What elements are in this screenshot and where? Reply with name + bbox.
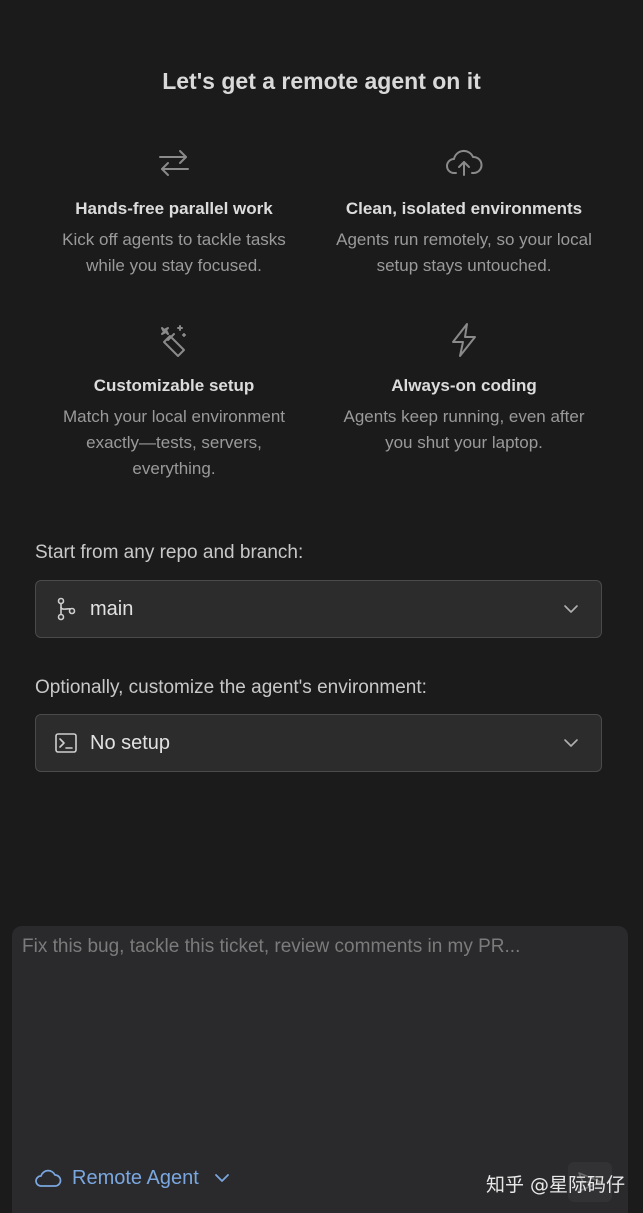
feature-title: Always-on coding bbox=[391, 376, 537, 395]
feature-description: Kick off agents to tackle tasks while yo… bbox=[62, 230, 286, 275]
feature-title: Customizable setup bbox=[93, 376, 255, 395]
feature-description: Agents run remotely, so your local setup… bbox=[336, 230, 592, 275]
watermark-text: 知乎 @星际码仔 bbox=[486, 1174, 626, 1196]
cloud-icon bbox=[35, 1169, 62, 1187]
agent-type-label: Remote Agent bbox=[72, 1166, 199, 1189]
magic-wand-icon bbox=[161, 325, 186, 357]
agent-type-picker[interactable]: Remote Agent bbox=[34, 1166, 231, 1190]
swap-arrows-icon bbox=[159, 150, 189, 176]
remote-agent-page: Let's get a remote agent on it Hands-fre… bbox=[0, 0, 643, 1213]
environment-select[interactable]: No setup bbox=[35, 714, 602, 772]
git-branch-icon bbox=[54, 597, 78, 621]
feature-title: Hands-free parallel work bbox=[75, 199, 273, 218]
chevron-down-icon bbox=[564, 605, 578, 613]
terminal-icon bbox=[54, 731, 78, 755]
feature-always-on-coding: Always-on coding Agents keep running, ev… bbox=[314, 320, 614, 456]
feature-isolated-environments: Clean, isolated environments Agents run … bbox=[314, 143, 614, 279]
branch-select-value: main bbox=[90, 597, 134, 620]
feature-description: Match your local environment exactly—tes… bbox=[62, 407, 286, 478]
prompt-input[interactable] bbox=[22, 936, 612, 1136]
repo-label: Start from any repo and branch: bbox=[35, 542, 304, 563]
cloud-upload-icon bbox=[446, 149, 483, 176]
feature-description: Agents keep running, even after you shut… bbox=[343, 407, 585, 452]
page-title: Let's get a remote agent on it bbox=[162, 68, 481, 94]
chevron-down-icon bbox=[214, 1174, 229, 1182]
lightning-icon bbox=[452, 323, 476, 357]
feature-customizable-setup: Customizable setup Match your local envi… bbox=[24, 320, 324, 482]
feature-parallel-work: Hands-free parallel work Kick off agents… bbox=[24, 143, 324, 279]
environment-select-value: No setup bbox=[90, 731, 171, 754]
feature-title: Clean, isolated environments bbox=[345, 199, 583, 218]
chevron-down-icon bbox=[564, 739, 578, 747]
branch-select[interactable]: main bbox=[35, 580, 602, 638]
environment-label: Optionally, customize the agent's enviro… bbox=[35, 677, 427, 698]
prompt-composer: Remote Agent 知乎 @星际码仔 bbox=[12, 926, 628, 1213]
